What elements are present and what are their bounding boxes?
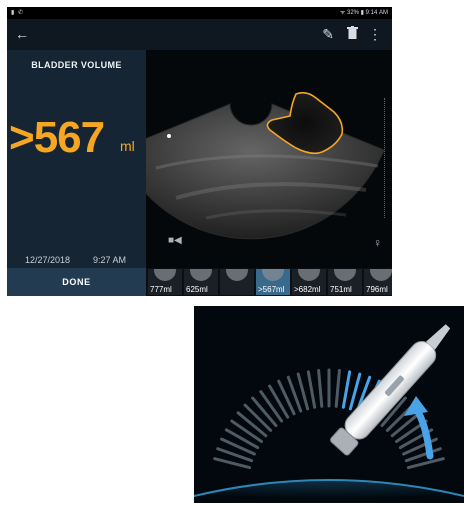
angle-line-highlighted [348, 372, 362, 411]
volume-unit: ml [120, 138, 135, 154]
angle-line [268, 384, 290, 419]
angle-line [259, 390, 284, 423]
angle-line [251, 396, 278, 427]
video-camera-icon[interactable]: ■◀ [168, 235, 182, 246]
angle-line [213, 457, 252, 470]
more-options-icon[interactable]: ⋮ [368, 26, 382, 42]
depth-scale [384, 98, 387, 218]
angle-line [317, 368, 324, 408]
angle-line [406, 457, 445, 470]
thumbnail-scan[interactable]: 777ml [148, 269, 182, 295]
thumbnail-scan[interactable]: 751ml [328, 269, 362, 295]
trash-icon[interactable] [347, 26, 358, 42]
probe-illustration [194, 306, 464, 503]
ultrasound-image-viewer[interactable]: ■◀ ♀ [146, 50, 392, 268]
angle-line [296, 372, 310, 411]
angle-line [390, 411, 422, 438]
ultrasound-scan-image [146, 91, 385, 240]
back-arrow-icon[interactable]: ← [15, 26, 29, 42]
status-bar: ▮ ✆ ᯤ 32% ▮ 9:14 AM [7, 7, 392, 19]
done-button[interactable]: DONE [7, 268, 146, 296]
thumbnail-scan[interactable]: 625ml [184, 269, 218, 295]
angle-line [243, 403, 273, 432]
thumbnail-scan-selected[interactable]: >567ml [256, 269, 290, 295]
bladder-scan-screen: ▮ ✆ ᯤ 32% ▮ 9:14 AM ← ✎ ⋮ BLADDER VOLUME… [7, 7, 392, 296]
status-right-info: ᯤ 32% ▮ 9:14 AM [339, 10, 388, 16]
angle-line [306, 370, 317, 409]
angle-line-highlighted [341, 370, 352, 409]
result-title: BLADDER VOLUME [31, 60, 122, 70]
thumbnail-scan[interactable]: >682ml [292, 269, 326, 295]
scan-thumbnail-strip: 777ml 625ml >567ml >682ml 751ml 796ml [146, 268, 392, 296]
result-panel: BLADDER VOLUME >567 ml 12/27/2018 9:27 A… [7, 50, 146, 296]
patient-body-icon[interactable]: ♀ [373, 236, 382, 250]
pencil-icon[interactable]: ✎ [322, 26, 334, 42]
thumbnail-scan[interactable] [220, 269, 254, 295]
angle-line [230, 419, 263, 443]
bladder-volume-value: >567 [9, 113, 105, 162]
toolbar: ← ✎ ⋮ [7, 19, 392, 50]
probe-aim-graphic [194, 324, 464, 503]
orientation-marker [167, 134, 171, 138]
thumbnail-scan[interactable]: 796ml [364, 269, 392, 295]
scan-time: 9:27 AM [93, 255, 127, 265]
angle-line [236, 411, 268, 438]
scan-date: 12/27/2018 [25, 255, 71, 265]
angle-line [334, 368, 341, 408]
status-left-icons: ▮ ✆ [11, 10, 24, 16]
